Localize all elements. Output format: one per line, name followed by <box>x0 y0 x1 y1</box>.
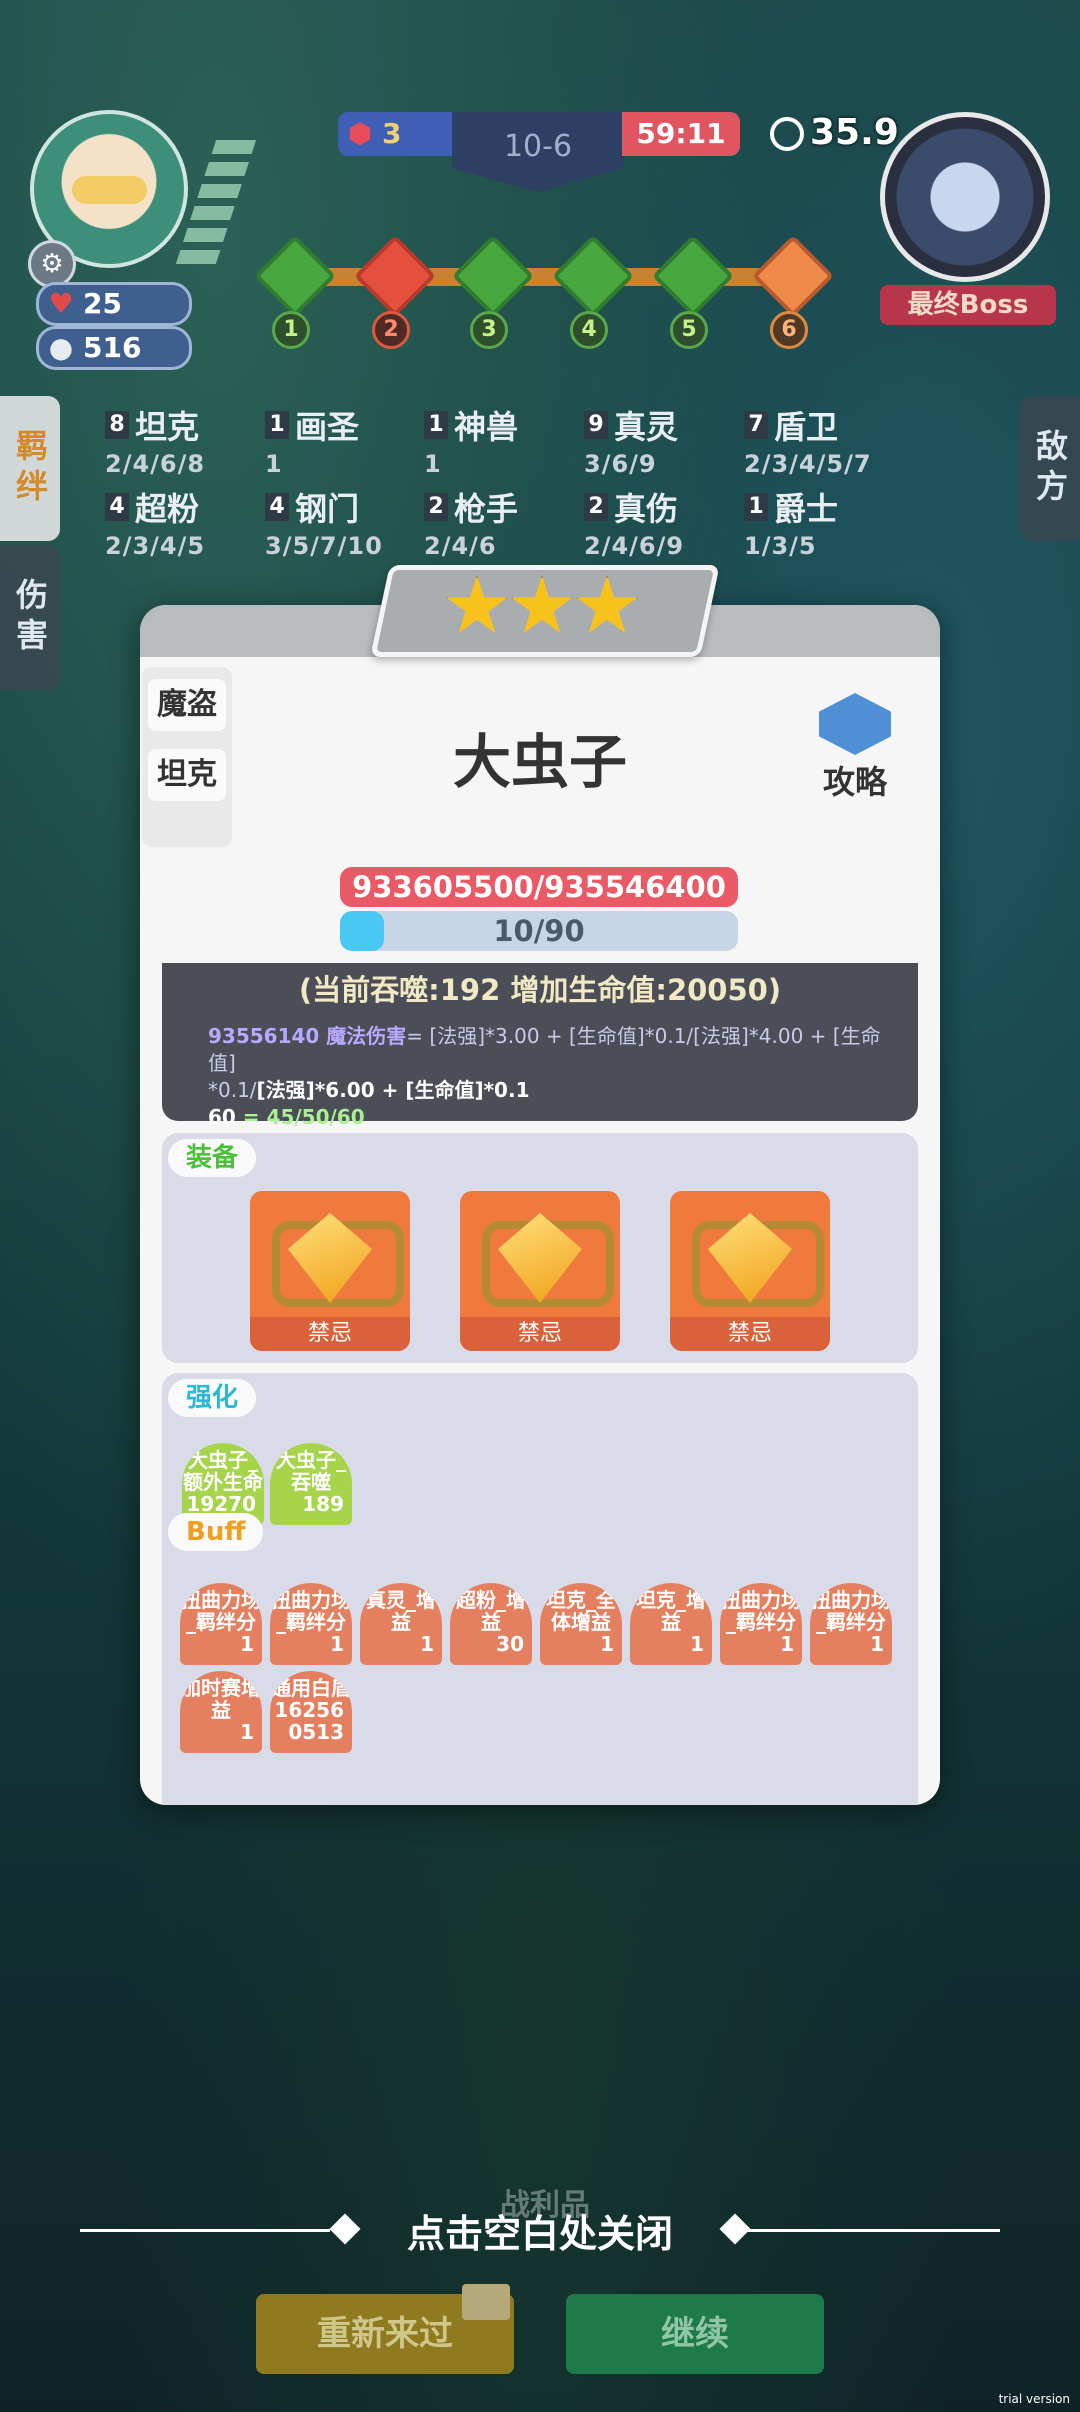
damage-formula: 93556140 魔法伤害= [法强]*3.00 + [生命值]*0.1/[法强… <box>208 1023 898 1131</box>
trait-item[interactable]: 1 画圣 1 <box>265 402 359 478</box>
stage-number: 6 <box>770 311 808 349</box>
buff-chip[interactable]: 扭曲力场_羁绊分 1 <box>180 1583 262 1665</box>
stage-number: 2 <box>372 311 410 349</box>
buff-chip[interactable]: 扭曲力场_羁绊分 1 <box>810 1583 892 1665</box>
enh-tag: 强化 <box>168 1379 257 1417</box>
trait-item[interactable]: 7 盾卫 2/3/4/5/7 <box>744 402 872 478</box>
buff-tag: Buff <box>168 1513 264 1551</box>
guide-button[interactable]: 攻略 <box>805 693 905 803</box>
trait-item[interactable]: 8 坦克 2/4/6/8 <box>105 402 205 478</box>
equip-label: 禁忌 <box>460 1317 620 1351</box>
enh-chip[interactable]: 大虫子_吞噬 189 <box>270 1443 352 1525</box>
equip-slot[interactable]: 禁忌 <box>460 1191 620 1351</box>
blue-score: ⬢ 3 <box>338 112 454 156</box>
gold-value: 516 <box>83 331 142 364</box>
stage-number: 3 <box>470 311 508 349</box>
guide-label: 攻略 <box>822 763 887 801</box>
tab-enemy[interactable]: 敌方 <box>1020 396 1080 541</box>
unit-hp-bar: 933605500/935546400 <box>340 867 738 907</box>
boss-label: 最终Boss <box>880 285 1056 325</box>
unit-detail-modal: 魔盗 坦克 大虫子 攻略 933605500/935546400 10/90 (… <box>140 605 940 1805</box>
equip-slot[interactable]: 禁忌 <box>670 1191 830 1351</box>
buff-chip[interactable]: 扭曲力场_羁绊分 1 <box>270 1583 352 1665</box>
countdown: 35.9 <box>770 112 899 153</box>
settings-gear-icon[interactable]: ⚙ <box>28 240 76 288</box>
clock-icon <box>770 117 804 151</box>
video-ad-icon <box>462 2284 510 2320</box>
stage-number: 1 <box>272 311 310 349</box>
trait-item[interactable]: 4 钢门 3/5/7/10 <box>265 484 383 560</box>
trait-item[interactable]: 1 爵士 1/3/5 <box>744 484 838 560</box>
exp-text: 10/90 <box>493 914 585 948</box>
equipment-section: 装备 禁忌 禁忌 禁忌 <box>162 1133 918 1363</box>
equip-slot[interactable]: 禁忌 <box>250 1191 410 1351</box>
trait-item[interactable]: 1 神兽 1 <box>424 402 518 478</box>
buff-chip[interactable]: 加时赛增益 1 <box>180 1671 262 1753</box>
gold-pill: ● 516 <box>36 326 192 370</box>
equip-label: 禁忌 <box>250 1317 410 1351</box>
tab-damage[interactable]: 伤害 <box>0 545 60 690</box>
formula-damage: 93556140 魔法伤害 <box>208 1024 407 1048</box>
formula-part: [法强]*6.00 + [生命值]*0.1 <box>256 1078 530 1102</box>
close-hint[interactable]: 点击空白处关闭 <box>0 2203 1080 2258</box>
equip-tag: 装备 <box>168 1139 257 1177</box>
trait-item[interactable]: 4 超粉 2/3/4/5 <box>105 484 205 560</box>
trait-item[interactable]: 2 真伤 2/4/6/9 <box>584 484 684 560</box>
trial-label: trial version <box>998 2392 1070 2406</box>
buff-chip[interactable]: 真灵_增益 1 <box>360 1583 442 1665</box>
formula-part: 60 <box>208 1105 236 1129</box>
unit-exp-bar: 10/90 <box>340 911 738 951</box>
match-score-bar: ⬢ 3 10-6 59:11 <box>338 112 740 192</box>
trait-item[interactable]: 9 真灵 3/6/9 <box>584 402 678 478</box>
boss-avatar[interactable] <box>880 112 1050 282</box>
equip-label: 禁忌 <box>670 1317 830 1351</box>
red-timer: 59:11 <box>622 112 740 156</box>
buff-chip[interactable]: 扭曲力场_羁绊分 1 <box>720 1583 802 1665</box>
heart-icon: ♥ <box>48 287 74 320</box>
graduation-cap-icon <box>819 693 891 755</box>
buff-chip[interactable]: 超粉_增益 30 <box>450 1583 532 1665</box>
absorb-text: (当前吞噬:192 增加生命值:20050) <box>298 973 782 1007</box>
buff-chip[interactable]: 坦克_全体增益 1 <box>540 1583 622 1665</box>
coin-icon: ● <box>48 331 74 364</box>
hp-value: 25 <box>83 287 122 320</box>
formula-part: *0.1/ <box>208 1078 257 1102</box>
hp-pill: ♥ 25 <box>36 282 192 326</box>
retry-button[interactable]: 重新来过 <box>256 2284 514 2374</box>
formula-part: = 45/50/60 <box>235 1105 365 1129</box>
buff-chip[interactable]: 坦克_增益 1 <box>630 1583 712 1665</box>
continue-button[interactable]: 继续 <box>566 2294 824 2374</box>
stage-number: 4 <box>570 311 608 349</box>
buff-chip[interactable]: 通用白盾 16256 0513 <box>270 1671 352 1753</box>
trait-item[interactable]: 2 枪手 2/4/6 <box>424 484 518 560</box>
stat-box: (当前吞噬:192 增加生命值:20050) 93556140 魔法伤害= [法… <box>162 963 918 1129</box>
stage-number: 5 <box>670 311 708 349</box>
tab-bond[interactable]: 羁绊 <box>0 396 60 541</box>
avatar-glasses <box>72 176 147 204</box>
shield-icon: ⬢ <box>347 117 373 150</box>
